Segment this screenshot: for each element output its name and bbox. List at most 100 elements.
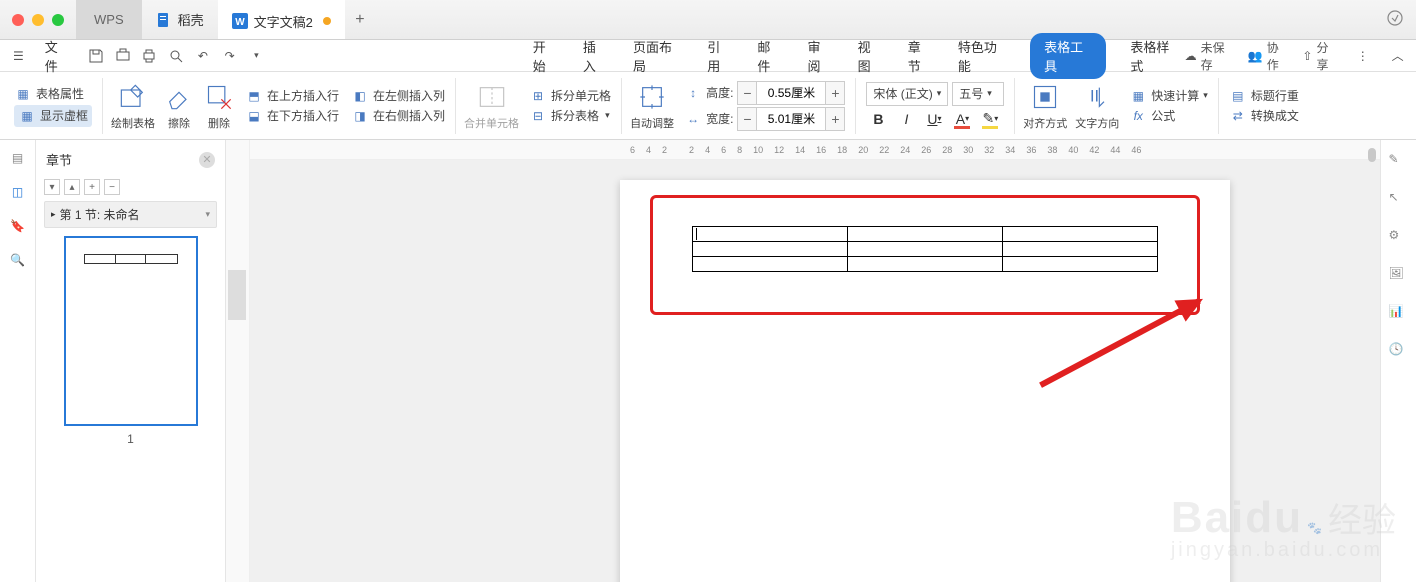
insert-col-left-button[interactable]: ◧在左侧插入列 bbox=[351, 87, 445, 105]
unsaved-dot-icon bbox=[323, 17, 331, 25]
menu-section[interactable]: 章节 bbox=[906, 33, 934, 79]
split-table-button[interactable]: ⊟拆分表格▾ bbox=[529, 107, 611, 125]
menu-reference[interactable]: 引用 bbox=[705, 33, 733, 79]
print-icon[interactable] bbox=[139, 45, 160, 67]
vertical-scrollbar[interactable] bbox=[1368, 148, 1376, 162]
increase-button[interactable]: + bbox=[825, 107, 845, 131]
collapse-ribbon-icon[interactable]: ︿ bbox=[1387, 45, 1408, 67]
section-item[interactable]: ▸ 第 1 节: 未命名 ▾ bbox=[44, 201, 217, 228]
font-color-button[interactable]: A▾ bbox=[950, 108, 974, 130]
ruler-margin-block bbox=[228, 270, 246, 320]
decrease-button[interactable]: − bbox=[737, 81, 757, 105]
menu-mail[interactable]: 邮件 bbox=[755, 33, 783, 79]
menu-special[interactable]: 特色功能 bbox=[956, 33, 1008, 79]
chart-icon[interactable]: 📊 bbox=[1389, 304, 1409, 324]
bookmark-icon[interactable]: 🔖 bbox=[8, 216, 28, 236]
font-name-select[interactable]: 宋体 (正文)▾ bbox=[866, 82, 948, 106]
document-table[interactable] bbox=[692, 226, 1158, 272]
cursor-tool-icon[interactable]: ↖ bbox=[1389, 190, 1409, 210]
add-section-icon[interactable]: + bbox=[84, 179, 100, 195]
underline-button[interactable]: U▾ bbox=[922, 108, 946, 130]
outline-icon[interactable]: ▤ bbox=[8, 148, 28, 168]
add-tab-button[interactable]: + bbox=[345, 0, 375, 39]
edit-tool-icon[interactable]: ✎ bbox=[1389, 152, 1409, 172]
redo-icon[interactable]: ↷ bbox=[219, 45, 240, 67]
collapse-all-icon[interactable]: ▴ bbox=[64, 179, 80, 195]
save-icon[interactable] bbox=[85, 45, 106, 67]
print-preview-icon[interactable] bbox=[112, 45, 133, 67]
close-window-icon[interactable] bbox=[12, 14, 24, 26]
delete-group: 删除 bbox=[199, 81, 239, 131]
insert-col-right-button[interactable]: ◨在右侧插入列 bbox=[351, 107, 445, 125]
text-direction-icon[interactable]: II bbox=[1081, 81, 1113, 113]
height-spinner[interactable]: − + bbox=[737, 81, 845, 105]
menu-start[interactable]: 开始 bbox=[531, 33, 559, 79]
settings-icon[interactable]: ⚙ bbox=[1389, 228, 1409, 248]
decrease-button[interactable]: − bbox=[737, 107, 757, 131]
width-input[interactable] bbox=[757, 107, 825, 131]
page-thumbnail[interactable] bbox=[64, 236, 198, 426]
menu-view[interactable]: 视图 bbox=[856, 33, 884, 79]
header-repeat-button[interactable]: ▤标题行重 bbox=[1229, 87, 1299, 105]
hamburger-icon[interactable]: ☰ bbox=[8, 45, 29, 67]
text-dir-group: II 文字方向 bbox=[1071, 81, 1123, 131]
thumb-page-number: 1 bbox=[44, 432, 217, 446]
file-menu[interactable]: 文件 bbox=[35, 33, 80, 79]
minimize-window-icon[interactable] bbox=[32, 14, 44, 26]
document-canvas[interactable]: 6422468101214161820222426283032343638404… bbox=[250, 140, 1380, 582]
align-icon[interactable] bbox=[1029, 81, 1061, 113]
collab-button[interactable]: 👥协作 bbox=[1248, 39, 1289, 73]
width-icon: ↔ bbox=[684, 110, 702, 128]
table-props-button[interactable]: ▦表格属性 bbox=[14, 85, 92, 103]
autofit-icon[interactable] bbox=[636, 81, 668, 113]
history-icon[interactable]: 🕓 bbox=[1389, 342, 1409, 362]
split-cells-button[interactable]: ⊞拆分单元格 bbox=[529, 87, 611, 105]
document-page[interactable] bbox=[620, 180, 1230, 582]
remove-section-icon[interactable]: − bbox=[104, 179, 120, 195]
more-icon[interactable]: ⋮ bbox=[1352, 45, 1373, 67]
maximize-window-icon[interactable] bbox=[52, 14, 64, 26]
preview-icon[interactable] bbox=[166, 45, 187, 67]
section-nav-icon[interactable]: ◫ bbox=[8, 182, 28, 202]
menu-table-style[interactable]: 表格样式 bbox=[1128, 33, 1180, 79]
font-size-select[interactable]: 五号▾ bbox=[952, 82, 1004, 106]
delete-table-icon[interactable] bbox=[203, 81, 235, 113]
highlight-button[interactable]: ✎▾ bbox=[978, 108, 1002, 130]
share-button[interactable]: ⇧分享 bbox=[1302, 39, 1338, 73]
auto-fit-group: 自动调整 bbox=[626, 81, 678, 131]
bold-button[interactable]: B bbox=[866, 108, 890, 130]
dropdown-icon[interactable]: ▾ bbox=[246, 45, 267, 67]
width-spinner[interactable]: − + bbox=[737, 107, 845, 131]
insert-row-above-button[interactable]: ⬒在上方插入行 bbox=[245, 87, 339, 105]
undo-icon[interactable]: ↶ bbox=[192, 45, 213, 67]
convert-button[interactable]: ⇄转换成文 bbox=[1229, 107, 1299, 125]
unsaved-indicator[interactable]: ☁未保存 bbox=[1185, 39, 1234, 73]
increase-button[interactable]: + bbox=[825, 81, 845, 105]
row-height-control: ↕ 高度: − + bbox=[684, 81, 845, 105]
titlebar-right-icon[interactable] bbox=[1386, 9, 1416, 30]
formula-button[interactable]: fx公式 bbox=[1129, 107, 1208, 125]
close-panel-icon[interactable]: ✕ bbox=[199, 152, 215, 168]
quick-calc-button[interactable]: ▦快速计算▾ bbox=[1129, 87, 1208, 105]
dashed-grid-icon: ▦ bbox=[18, 107, 36, 125]
height-input[interactable] bbox=[757, 81, 825, 105]
cloud-icon: ☁ bbox=[1185, 49, 1197, 63]
table-row bbox=[693, 257, 1158, 272]
row-below-icon: ⬓ bbox=[245, 107, 263, 125]
expand-all-icon[interactable]: ▾ bbox=[44, 179, 60, 195]
search-icon[interactable]: 🔍 bbox=[8, 250, 28, 270]
menu-layout[interactable]: 页面布局 bbox=[631, 33, 683, 79]
show-border-button[interactable]: ▦显示虚框 bbox=[14, 105, 92, 127]
align-group: 对齐方式 bbox=[1019, 81, 1071, 131]
image-icon[interactable]: 🖼 bbox=[1389, 266, 1409, 286]
split-table-icon: ⊟ bbox=[529, 107, 547, 125]
col-width-control: ↔ 宽度: − + bbox=[684, 107, 845, 131]
pencil-table-icon[interactable] bbox=[117, 81, 149, 113]
grid-icon: ▦ bbox=[14, 85, 32, 103]
insert-row-below-button[interactable]: ⬓在下方插入行 bbox=[245, 107, 339, 125]
menu-review[interactable]: 审阅 bbox=[806, 33, 834, 79]
eraser-icon[interactable] bbox=[163, 81, 195, 113]
menu-table-tools[interactable]: 表格工具 bbox=[1030, 33, 1106, 79]
italic-button[interactable]: I bbox=[894, 108, 918, 130]
menu-insert[interactable]: 插入 bbox=[581, 33, 609, 79]
